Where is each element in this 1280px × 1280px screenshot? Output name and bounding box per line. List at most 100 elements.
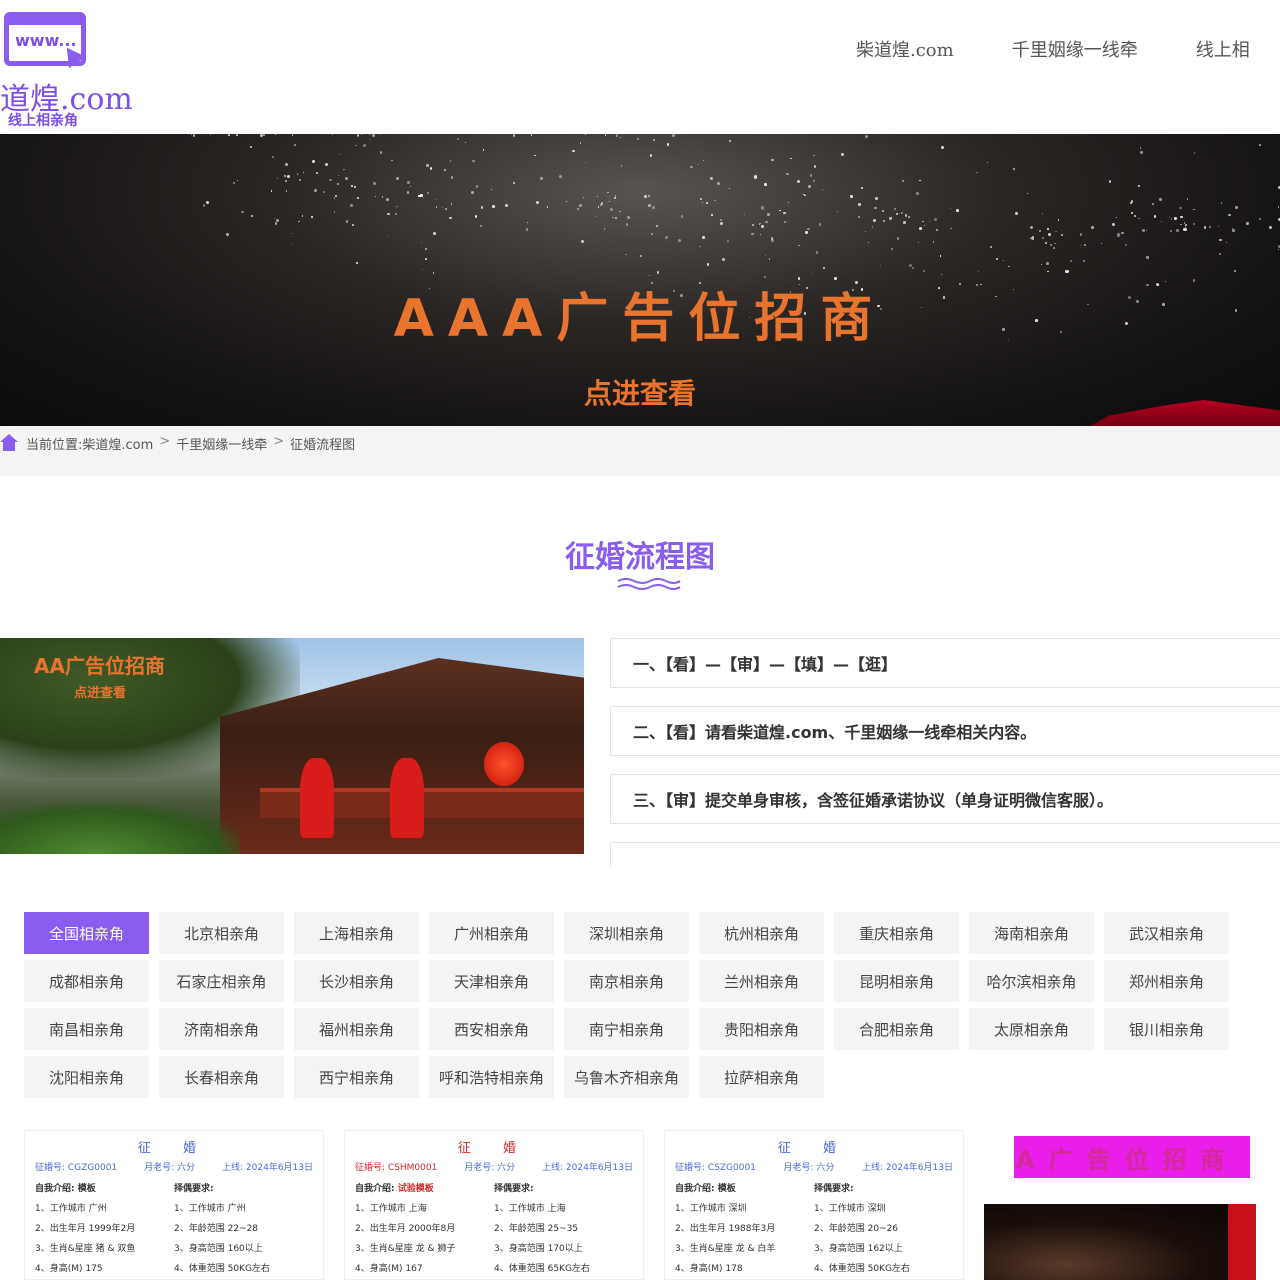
firework-spark — [226, 232, 229, 236]
card-intro-value: 模板 — [77, 1184, 96, 1194]
firework-spark — [579, 142, 582, 144]
firework-spark — [1083, 243, 1086, 246]
profile-card[interactable]: 征 婚 征婚号: CSHM0001 月老号: 六分 上线: 2024年6月13日… — [344, 1130, 644, 1280]
city-link[interactable]: 海南相亲角 — [969, 912, 1094, 954]
firework-spark — [615, 217, 617, 219]
city-link[interactable]: 郑州相亲角 — [1104, 960, 1229, 1002]
city-link[interactable]: 呼和浩特相亲角 — [429, 1056, 554, 1098]
city-link[interactable]: 济南相亲角 — [159, 1008, 284, 1050]
firework-spark — [903, 221, 907, 224]
firework-spark — [1045, 242, 1048, 245]
nav-item-home[interactable]: 柴道煌.com — [856, 36, 954, 66]
profile-card[interactable]: 征 婚 征婚号: CSZG0001 月老号: 六分 上线: 2024年6月13日… — [664, 1130, 964, 1280]
city-link[interactable]: 福州相亲角 — [294, 1008, 419, 1050]
firework-spark — [391, 159, 393, 162]
firework-spark — [783, 211, 786, 214]
city-link[interactable]: 重庆相亲角 — [834, 912, 959, 954]
breadcrumb-item-home[interactable]: 柴道煌.com — [82, 434, 153, 453]
breadcrumb-item-category[interactable]: 千里姻缘一线牵 — [176, 434, 267, 453]
firework-spark — [821, 189, 823, 191]
card-intro-label: 自我介绍: — [355, 1184, 395, 1194]
firework-spark — [1041, 263, 1043, 265]
city-link[interactable]: 南京相亲角 — [564, 960, 689, 1002]
city-link[interactable]: 合肥相亲角 — [834, 1008, 959, 1050]
side-ad-photo — [984, 1204, 1256, 1280]
profile-card[interactable]: 征 婚 征婚号: CGZG0001 月老号: 六分 上线: 2024年6月13日… — [24, 1130, 324, 1280]
firework-spark — [808, 184, 811, 188]
firework-spark — [815, 251, 819, 254]
city-link[interactable]: 南昌相亲角 — [24, 1008, 149, 1050]
nav-item-online-corner[interactable]: 线上相 — [1196, 36, 1250, 66]
firework-spark — [1184, 224, 1187, 227]
city-link[interactable]: 银川相亲角 — [1104, 1008, 1229, 1050]
firework-spark — [680, 215, 684, 218]
city-link[interactable]: 西宁相亲角 — [294, 1056, 419, 1098]
firework-spark — [250, 145, 253, 148]
firework-spark — [932, 241, 935, 243]
city-link[interactable]: 上海相亲角 — [294, 912, 419, 954]
card-field: 3、生肖&星座 龙 & 白羊 — [675, 1244, 776, 1254]
city-link[interactable]: 昆明相亲角 — [834, 960, 959, 1002]
firework-spark — [652, 206, 655, 209]
firework-spark — [597, 206, 600, 208]
firework-spark — [387, 212, 390, 216]
side-ad[interactable]: A广告位招商 — [984, 1136, 1264, 1280]
city-link[interactable]: 成都相亲角 — [24, 960, 149, 1002]
city-link[interactable]: 拉萨相亲角 — [699, 1056, 824, 1098]
firework-spark — [360, 134, 363, 136]
nav-item-matchmaking[interactable]: 千里姻缘一线牵 — [1012, 36, 1138, 66]
city-link[interactable]: 长沙相亲角 — [294, 960, 419, 1002]
ad-banner[interactable]: AAA广告位招商 点进查看 — [0, 134, 1280, 426]
firework-spark — [656, 271, 660, 274]
firework-spark — [726, 240, 729, 243]
city-link[interactable]: 兰州相亲角 — [699, 960, 824, 1002]
firework-spark — [241, 210, 244, 213]
city-link[interactable]: 贵阳相亲角 — [699, 1008, 824, 1050]
card-author: 月老号: 六分 — [144, 1163, 196, 1173]
firework-spark — [368, 139, 371, 141]
city-link[interactable]: 西安相亲角 — [429, 1008, 554, 1050]
city-link[interactable]: 太原相亲角 — [969, 1008, 1094, 1050]
firework-spark — [357, 196, 360, 199]
firework-spark — [1065, 269, 1069, 273]
site-logo[interactable]: www... 道煌.com 线上相亲角 — [0, 8, 150, 129]
city-link[interactable]: 深圳相亲角 — [564, 912, 689, 954]
card-intro: 自我介绍: 模板 — [35, 1179, 174, 1199]
firework-spark — [1139, 147, 1141, 149]
firework-spark — [603, 228, 606, 231]
city-link[interactable]: 天津相亲角 — [429, 960, 554, 1002]
banner-link[interactable]: 点进查看 — [0, 372, 1280, 412]
firework-spark — [874, 196, 878, 200]
city-link[interactable]: 广州相亲角 — [429, 912, 554, 954]
city-link[interactable]: 沈阳相亲角 — [24, 1056, 149, 1098]
firework-spark — [379, 151, 383, 154]
firework-spark — [293, 143, 296, 146]
city-link[interactable]: 北京相亲角 — [159, 912, 284, 954]
city-link[interactable]: 石家庄相亲角 — [159, 960, 284, 1002]
home-icon[interactable] — [0, 434, 18, 452]
firework-spark — [301, 215, 304, 218]
firework-spark — [600, 203, 603, 206]
promo-ad-link[interactable]: 点进查看 — [74, 682, 126, 701]
firework-spark — [1042, 212, 1044, 214]
city-link[interactable]: 武汉相亲角 — [1104, 912, 1229, 954]
city-link[interactable]: 杭州相亲角 — [699, 912, 824, 954]
city-link[interactable]: 长春相亲角 — [159, 1056, 284, 1098]
firework-spark — [449, 160, 452, 162]
city-link[interactable]: 全国相亲角 — [24, 912, 149, 954]
firework-spark — [1225, 241, 1228, 243]
card-requirements-label: 择偶要求: — [814, 1184, 854, 1194]
firework-spark — [1193, 152, 1196, 155]
firework-spark — [1217, 226, 1219, 228]
firework-spark — [298, 178, 302, 182]
firework-spark — [491, 205, 495, 208]
city-link[interactable]: 哈尔滨相亲角 — [969, 960, 1094, 1002]
firework-spark — [606, 191, 609, 194]
firework-spark — [896, 213, 898, 215]
firework-spark — [701, 201, 703, 203]
promo-ad-image[interactable]: AA广告位招商 点进查看 — [0, 638, 584, 854]
city-link[interactable]: 南宁相亲角 — [564, 1008, 689, 1050]
firework-spark — [594, 215, 597, 218]
city-link[interactable]: 乌鲁木齐相亲角 — [564, 1056, 689, 1098]
card-id: 征婚号: CSHM0001 — [355, 1163, 438, 1173]
